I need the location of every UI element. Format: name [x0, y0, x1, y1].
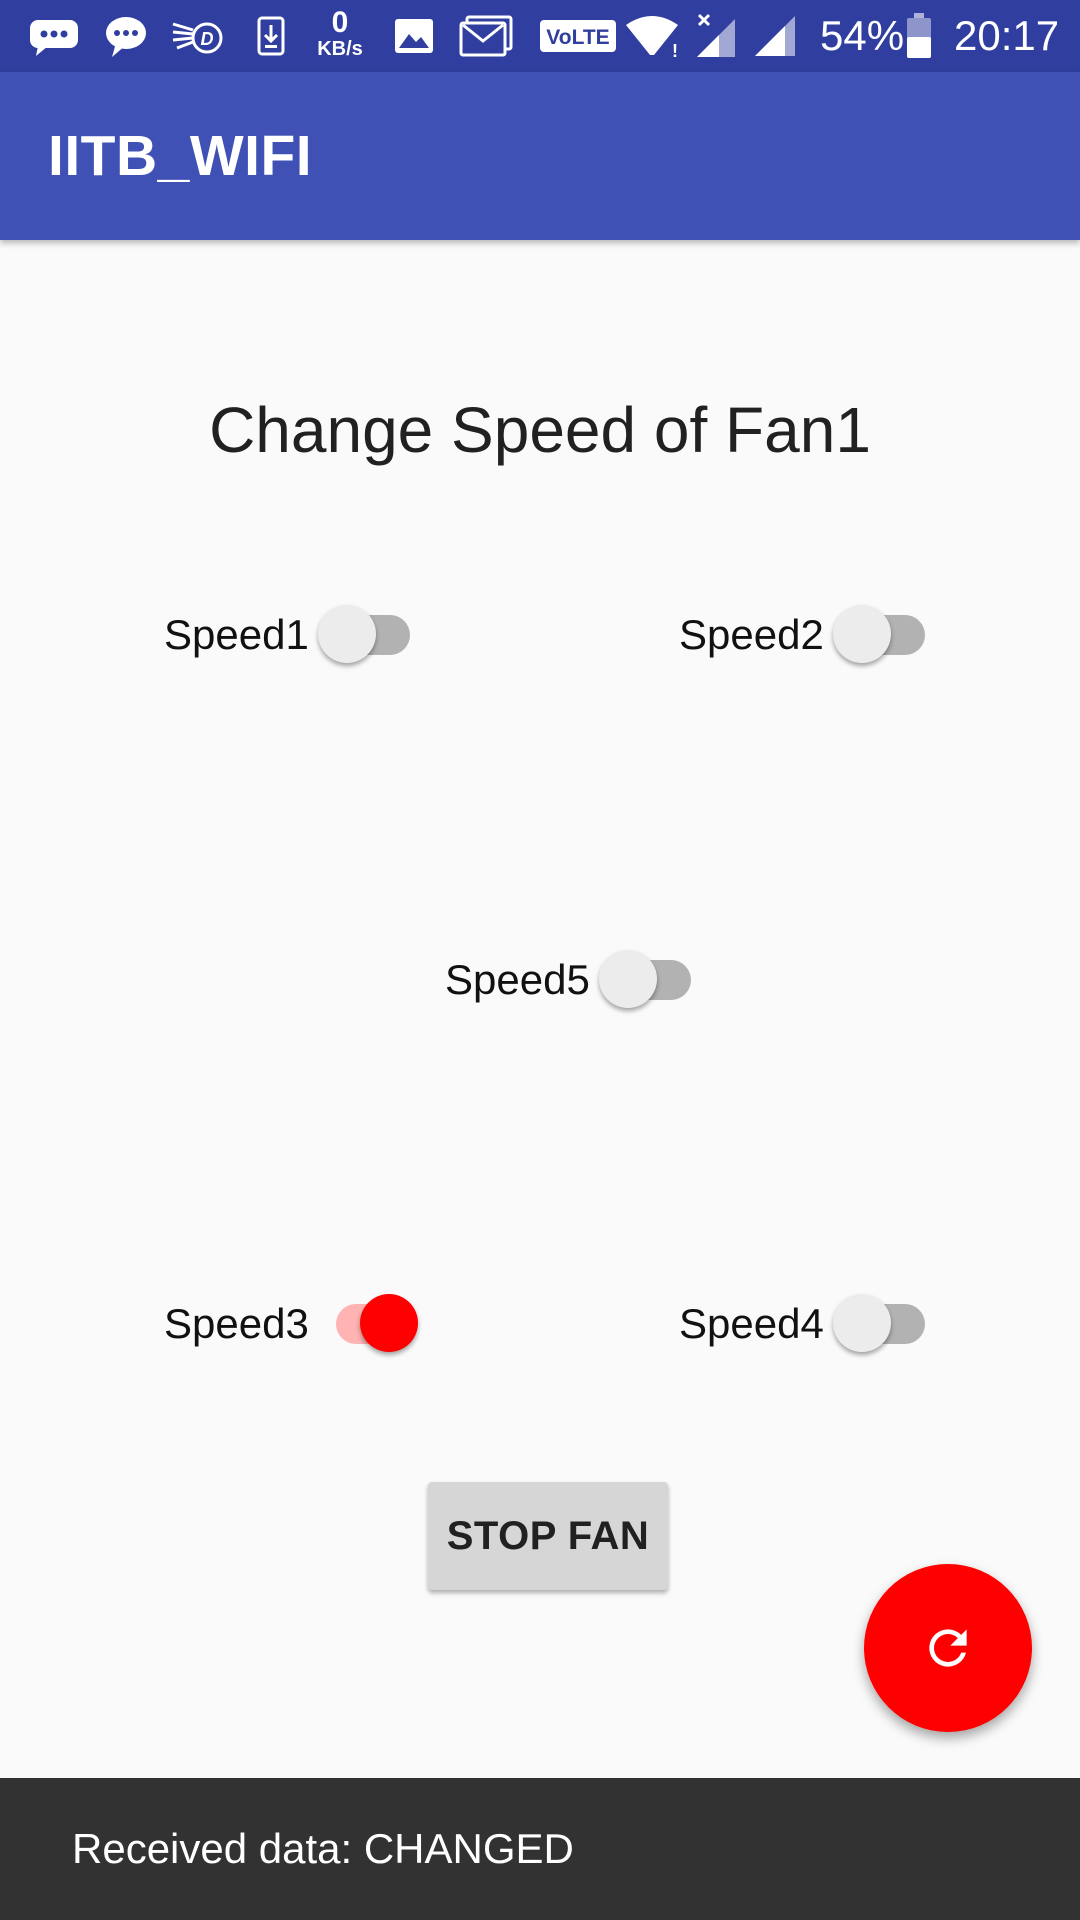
speed3-control: Speed3 [164, 1284, 444, 1364]
data-rate-value: 0 [331, 6, 349, 39]
speed3-label: Speed3 [164, 1300, 309, 1347]
speed3-switch[interactable] [314, 1284, 418, 1364]
switch-thumb [360, 1294, 418, 1352]
speed5-label: Speed5 [445, 956, 590, 1003]
switch-thumb [833, 605, 891, 663]
stop-fan-button[interactable]: STOP FAN [428, 1482, 668, 1590]
chat-notification-icon [102, 0, 150, 72]
speed5-control: Speed5 [445, 940, 705, 1020]
download-icon [254, 0, 288, 72]
page-heading: Change Speed of Fan1 [209, 394, 871, 466]
speed4-control: Speed4 [679, 1284, 939, 1364]
volte-icon: VoLTE [538, 0, 618, 72]
status-time: 20:17 [954, 12, 1060, 59]
speed1-label: Speed1 [164, 611, 309, 658]
snackbar-message: Received data: CHANGED [72, 1825, 574, 1872]
message-notification-icon [26, 0, 82, 72]
image-icon [392, 0, 436, 72]
app-bar: IITB_WIFI [0, 72, 1080, 240]
speed4-switch[interactable] [827, 1284, 927, 1364]
volte-label: VoLTE [546, 26, 609, 49]
snackbar: Received data: CHANGED [0, 1778, 1080, 1920]
refresh-fab[interactable] [864, 1564, 1032, 1732]
svg-text:!: ! [672, 41, 678, 59]
speed1-control: Speed1 [164, 595, 424, 675]
speed4-label: Speed4 [679, 1300, 824, 1347]
speed1-switch[interactable] [312, 595, 412, 675]
signal-strength-icon [752, 0, 798, 72]
speed5-switch[interactable] [593, 940, 693, 1020]
signal-no-service-icon [694, 0, 740, 72]
app-title: IITB_WIFI [48, 124, 313, 188]
status-bar: D 0 KB/s VoLTE ! 54% 20:17 [0, 0, 1080, 72]
data-rate-unit: KB/s [317, 38, 363, 60]
switch-thumb [599, 950, 657, 1008]
speed2-control: Speed2 [679, 595, 939, 675]
gmail-icon [458, 0, 514, 72]
data-rate-indicator: 0 KB/s [314, 8, 366, 64]
speed2-label: Speed2 [679, 611, 824, 658]
wifi-icon: ! [624, 0, 680, 72]
app-notification-icon: D [170, 0, 226, 72]
svg-text:D: D [201, 29, 214, 49]
battery-percentage: 54% [820, 12, 905, 59]
refresh-icon [920, 1620, 976, 1676]
speed2-switch[interactable] [827, 595, 927, 675]
switch-thumb [318, 605, 376, 663]
battery-icon [904, 0, 934, 72]
switch-thumb [833, 1294, 891, 1352]
